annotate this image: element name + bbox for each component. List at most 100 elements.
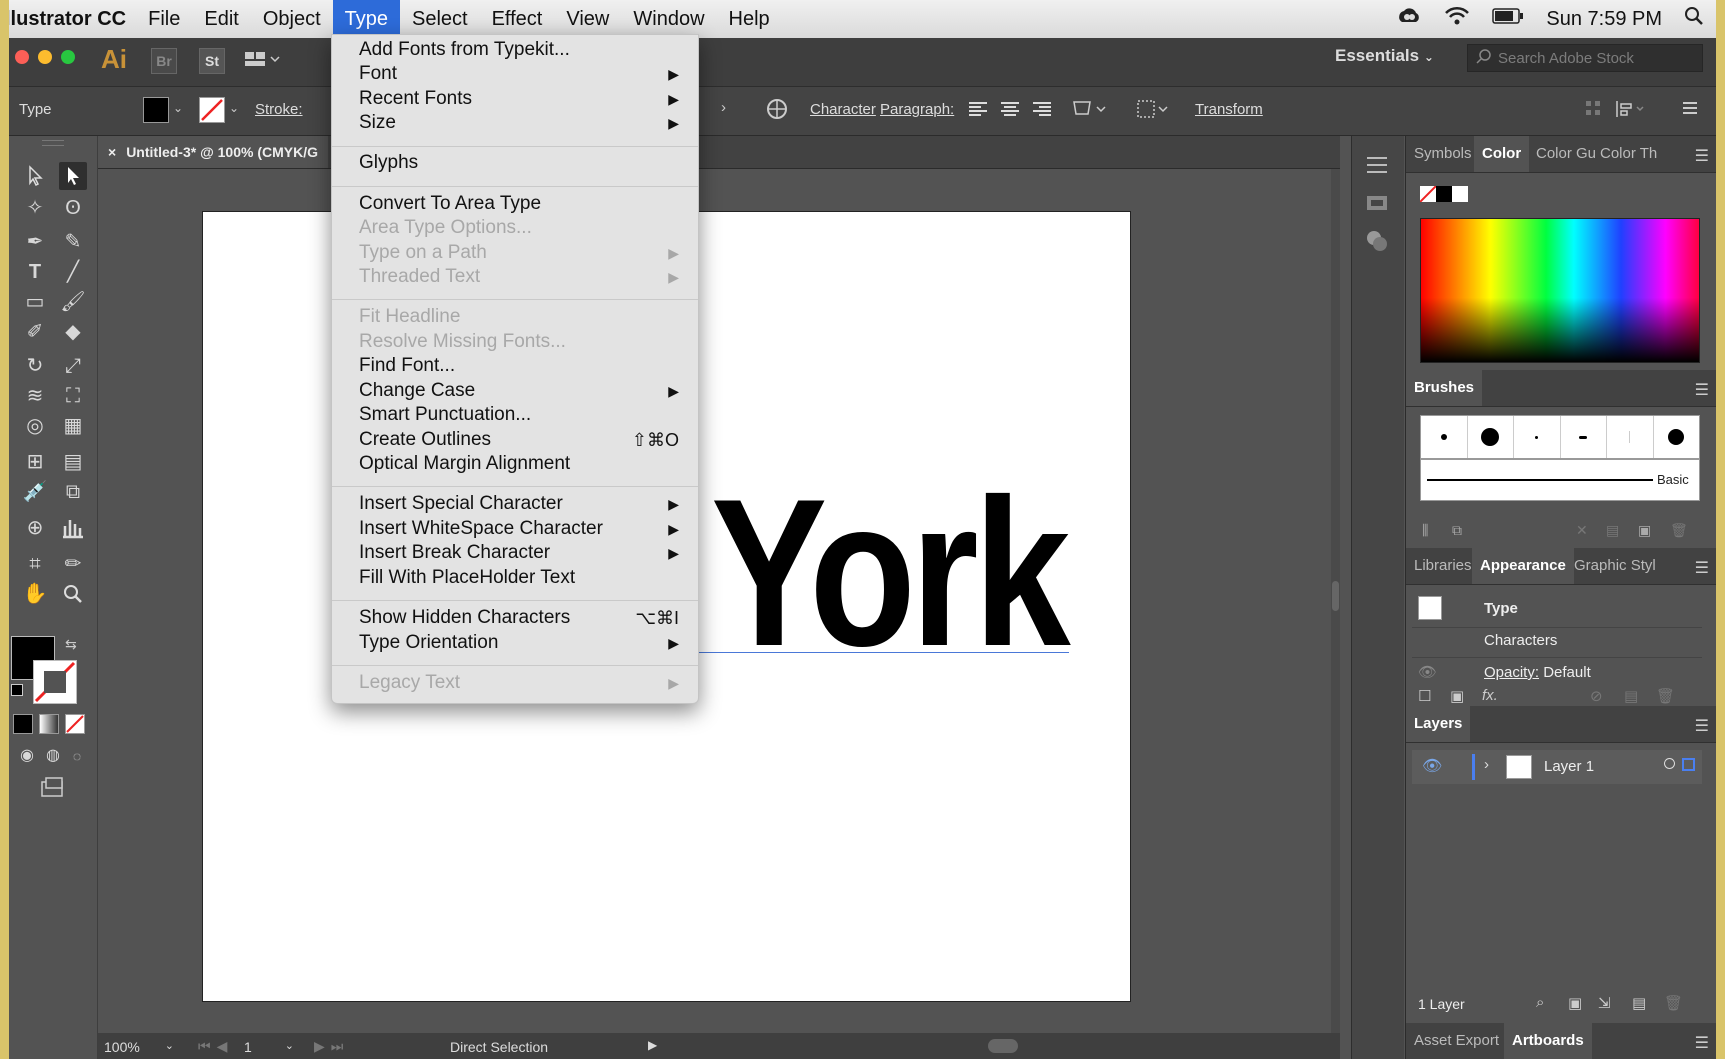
rotate-tool-icon[interactable]: ↻ [21, 352, 49, 380]
curvature-tool-icon[interactable]: ✎ [59, 228, 87, 256]
zoom-level-field[interactable]: 100% ⌄ [104, 1039, 174, 1055]
layer-visibility-icon[interactable]: 👁 [1422, 756, 1442, 776]
opentype-icon[interactable] [1071, 97, 1107, 125]
brush-thin-line[interactable] [1607, 416, 1654, 458]
status-menu-arrow-icon[interactable]: ▶ [648, 1038, 657, 1052]
slice-tool-icon[interactable]: ✏ [59, 550, 87, 578]
selection-tool-icon[interactable] [21, 162, 49, 190]
swap-colors-icon[interactable]: ⇆ [65, 636, 77, 653]
gradient-tool-icon[interactable]: ▤ [59, 448, 87, 476]
menu-item-fill-with-placeholder-text[interactable]: Fill With PlaceHolder Text [359, 566, 679, 590]
clear-appearance-icon[interactable]: ⊘ [1590, 687, 1603, 705]
paintbrush-tool-icon[interactable]: 🖌 [59, 288, 87, 316]
eyedropper-tool-icon[interactable]: 💉 [21, 478, 49, 506]
menu-item-change-case[interactable]: Change Case ▶ [359, 379, 679, 403]
align-right-icon[interactable] [1031, 99, 1053, 125]
brush-tiny-dot[interactable] [1514, 416, 1561, 458]
draw-inside-icon[interactable]: ◌ [63, 742, 91, 770]
magic-wand-tool-icon[interactable]: ✧ [21, 194, 49, 222]
pen-tool-icon[interactable]: ✒ [21, 228, 49, 256]
menu-item-smart-punctuation[interactable]: Smart Punctuation... [359, 403, 679, 427]
menu-item-insert-special-character[interactable]: Insert Special Character ▶ [359, 492, 679, 516]
menu-item-font[interactable]: Font ▶ [359, 62, 679, 86]
fill-dropdown-icon[interactable]: ⌄ [173, 101, 183, 115]
menu-item-insert-break-character[interactable]: Insert Break Character ▶ [359, 541, 679, 565]
menu-item-convert-to-area-type[interactable]: Convert To Area Type [359, 192, 679, 216]
draw-normal-icon[interactable]: ◉ [13, 742, 41, 770]
color-panel-menu-icon[interactable]: ☰ [1695, 146, 1709, 166]
brush-basic[interactable]: Basic [1420, 459, 1700, 501]
scale-tool-icon[interactable]: ⤢ [59, 352, 87, 380]
menu-item-insert-whitespace-character[interactable]: Insert WhiteSpace Character ▶ [359, 517, 679, 541]
menu-select[interactable]: Select [400, 0, 480, 38]
menu-item-size[interactable]: Size ▶ [359, 111, 679, 135]
lasso-tool-icon[interactable]: ʘ [59, 194, 87, 222]
bottom-panel-menu-icon[interactable]: ☰ [1695, 1033, 1709, 1053]
creative-cloud-icon[interactable] [1396, 6, 1422, 32]
brush-options-icon[interactable]: ▤ [1606, 522, 1619, 539]
control-panel-menu-icon[interactable] [1681, 99, 1699, 121]
default-colors-icon[interactable] [11, 684, 23, 696]
symbol-sprayer-tool-icon[interactable]: ⊕ [21, 514, 49, 542]
menu-item-show-hidden-characters[interactable]: Show Hidden Characters ⌥⌘I [359, 606, 679, 630]
menu-edit[interactable]: Edit [192, 0, 250, 38]
tab-graphic-styles[interactable]: Graphic Styl [1566, 548, 1664, 584]
libraries-panel-icon[interactable]: ⧉ [1452, 522, 1462, 539]
battery-icon[interactable] [1492, 7, 1524, 31]
tab-libraries[interactable]: Libraries [1406, 548, 1480, 584]
menu-effect[interactable]: Effect [480, 0, 555, 38]
character-link[interactable]: Character [810, 101, 876, 118]
tab-brushes[interactable]: Brushes [1406, 370, 1483, 406]
transparency-panel-icon[interactable] [1364, 228, 1390, 254]
stroke-swatch[interactable] [199, 97, 225, 123]
locate-object-icon[interactable]: ⌕ [1536, 994, 1544, 1011]
layer-row[interactable]: 👁 › Layer 1 [1412, 750, 1702, 784]
remove-stroke-icon[interactable]: ✕ [1576, 522, 1588, 539]
stroke-dropdown-icon[interactable]: ⌄ [229, 101, 239, 115]
appearance-characters[interactable]: Characters [1484, 632, 1716, 649]
menu-item-optical-margin-alignment[interactable]: Optical Margin Alignment [359, 452, 679, 476]
delete-brush-icon[interactable]: 🗑 [1670, 522, 1688, 539]
menu-item-recent-fonts[interactable]: Recent Fonts ▶ [359, 87, 679, 111]
appearance-panel-menu-icon[interactable]: ☰ [1695, 558, 1709, 578]
free-transform-tool-icon[interactable]: ⛶ [59, 382, 87, 410]
layer-target-icon[interactable] [1664, 758, 1675, 769]
delete-layer-icon[interactable]: 🗑 [1664, 994, 1683, 1012]
perspective-grid-tool-icon[interactable]: ▦ [59, 412, 87, 440]
chevron-right-icon[interactable]: › [721, 99, 726, 116]
align-left-icon[interactable] [967, 99, 989, 125]
artboard-number-field[interactable]: 1 ⌄ [244, 1039, 294, 1055]
menu-item-find-font[interactable]: Find Font... [359, 354, 679, 378]
shape-builder-tool-icon[interactable]: ◎ [21, 412, 49, 440]
tab-color-themes[interactable]: Color Th [1592, 136, 1665, 172]
layers-panel-menu-icon[interactable]: ☰ [1695, 716, 1709, 736]
align-center-icon[interactable] [999, 99, 1021, 125]
menu-view[interactable]: View [554, 0, 621, 38]
add-fill-icon[interactable]: ▣ [1450, 687, 1464, 705]
duplicate-item-icon[interactable]: ▤ [1624, 687, 1638, 705]
menu-item-add-fonts[interactable]: Add Fonts from Typekit... [359, 38, 679, 62]
clock[interactable]: Sun 7:59 PM [1546, 8, 1662, 31]
document-tab[interactable]: × Untitled-3* @ 100% (CMYK/G [98, 136, 328, 168]
add-stroke-icon[interactable]: ☐ [1418, 687, 1431, 705]
stock-search-input[interactable]: Search Adobe Stock [1467, 44, 1703, 72]
brush-large-dot[interactable] [1468, 416, 1514, 458]
create-sublayer-icon[interactable]: ⇲ [1598, 994, 1611, 1012]
tab-artboards[interactable]: Artboards [1504, 1023, 1592, 1059]
panel-grip[interactable] [42, 140, 64, 146]
color-spectrum[interactable] [1420, 218, 1700, 363]
align-objects-icon[interactable] [1135, 97, 1171, 125]
brush-small-dot[interactable] [1421, 416, 1468, 458]
mesh-tool-icon[interactable]: ⊞ [21, 448, 49, 476]
layer-selected-indicator[interactable] [1682, 758, 1695, 771]
vertical-scroll-thumb[interactable] [1332, 581, 1339, 611]
artboard-next-icons[interactable]: ▶⏭ [314, 1038, 349, 1055]
distribute-icon[interactable] [1615, 99, 1647, 123]
isolate-icon[interactable] [1584, 99, 1602, 121]
transform-link[interactable]: Transform [1195, 101, 1263, 118]
menu-item-glyphs[interactable]: Glyphs [359, 151, 679, 175]
add-effect-icon[interactable]: fx. [1482, 687, 1498, 704]
layer-expand-icon[interactable]: › [1484, 756, 1489, 773]
menu-item-create-outlines[interactable]: Create Outlines ⇧⌘O [359, 428, 679, 452]
screen-mode-icon[interactable] [39, 776, 67, 804]
